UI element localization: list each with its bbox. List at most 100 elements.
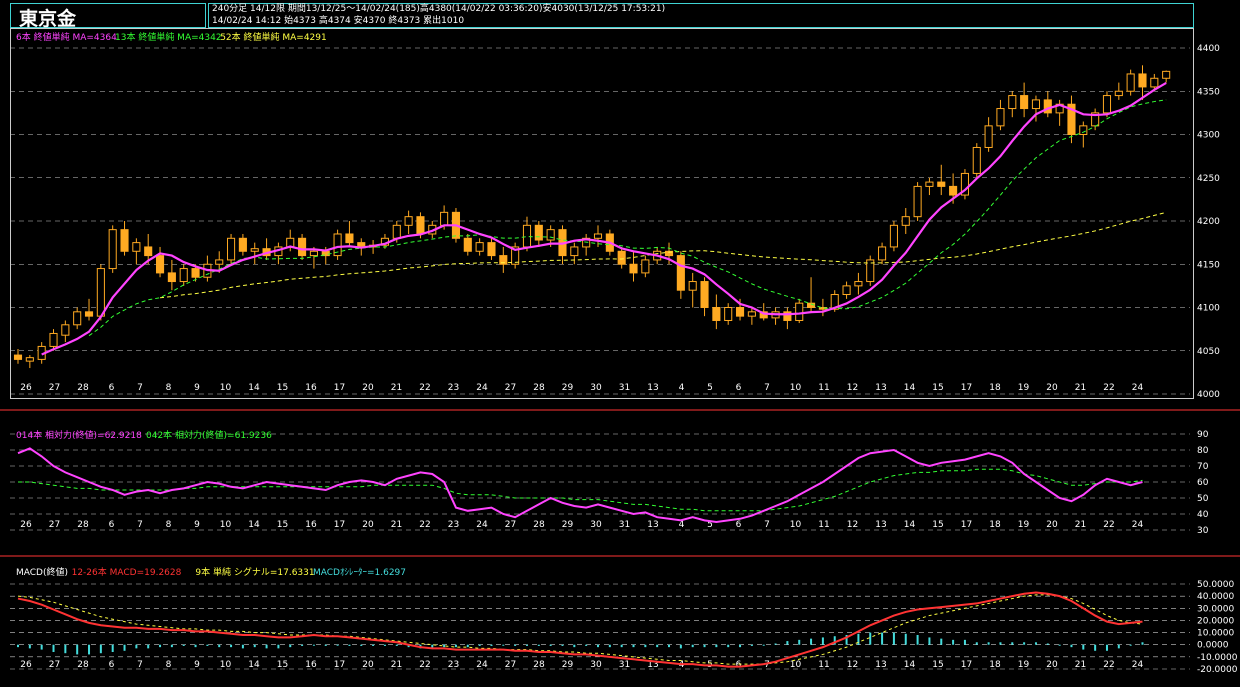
macd-osc-bar [312, 644, 315, 646]
macd-osc-bar [1117, 644, 1120, 649]
candle-body [416, 216, 425, 235]
macd-osc-bar [170, 644, 173, 648]
candle-body [700, 281, 709, 308]
day-label: 27 [505, 383, 516, 393]
day-label: 16 [305, 660, 317, 670]
macd-osc-bar [1082, 644, 1085, 650]
day-label: 10 [790, 660, 802, 670]
rsi14-line [17, 447, 1143, 524]
candle-body [842, 285, 851, 296]
day-label: 20 [362, 660, 374, 670]
day-label: 14 [904, 660, 916, 670]
candle-body [925, 181, 934, 187]
day-label: 31 [619, 520, 630, 530]
rsi-tick-label: 90 [1197, 430, 1209, 440]
day-label: 19 [1018, 520, 1030, 530]
macd-osc-bar [241, 644, 244, 649]
day-label: 21 [391, 660, 402, 670]
day-label: 23 [448, 660, 459, 670]
price-tick-label: 4400 [1197, 44, 1220, 54]
macd-osc-bar [940, 638, 943, 645]
candle-body [712, 307, 721, 321]
candle-body [61, 324, 70, 336]
candle-body [25, 357, 34, 362]
rsi-tick-label: 50 [1197, 494, 1209, 504]
day-label: 11 [818, 383, 829, 393]
macd-osc-bar [1105, 644, 1108, 651]
macd-osc-bar [1046, 643, 1049, 645]
macd-osc-bar [253, 644, 256, 648]
day-label: 9 [194, 383, 200, 393]
candle-body [404, 216, 413, 226]
day-label: 12 [847, 660, 858, 670]
candle-body [688, 281, 697, 291]
day-label: 16 [305, 520, 317, 530]
macd-osc-bar [975, 642, 978, 645]
day-label: 24 [1132, 660, 1144, 670]
ma13-line [88, 99, 1167, 337]
macd-osc-bar [372, 644, 375, 646]
day-label: 27 [49, 383, 60, 393]
day-label: 20 [362, 383, 374, 393]
macd-osc-bar [443, 644, 446, 648]
day-label: 23 [448, 383, 459, 393]
candle-body [546, 229, 555, 241]
macd-osc-bar [301, 644, 304, 646]
macd-osc-bar [703, 644, 706, 648]
candle-body [724, 307, 733, 321]
macd-osc-bar [821, 637, 824, 645]
candle-body [593, 233, 603, 239]
candle-body [534, 224, 543, 241]
macd-osc-bar [537, 644, 540, 646]
candle-body [1102, 95, 1112, 114]
day-label: 21 [1075, 660, 1086, 670]
macd-osc-bar [182, 644, 185, 646]
rsi42-line [18, 468, 1143, 512]
day-label: 15 [932, 520, 943, 530]
candle-body [191, 268, 200, 278]
day-label: 6 [109, 520, 115, 530]
day-label: 18 [989, 660, 1001, 670]
day-label: 24 [476, 383, 488, 393]
day-label: 31 [619, 383, 630, 393]
price-tick-label: 4000 [1197, 390, 1220, 400]
day-label: 4 [679, 383, 685, 393]
candle-body [238, 237, 247, 252]
day-label: 30 [590, 660, 602, 670]
candle-body [49, 332, 58, 347]
candle-body [795, 302, 804, 321]
candle-body [1150, 77, 1159, 88]
day-label: 28 [77, 660, 89, 670]
macd-legend: 12-26本 MACD=19.2628 [72, 566, 182, 578]
day-label: 9 [194, 660, 200, 670]
day-label: 17 [334, 520, 345, 530]
day-label: 13 [647, 520, 658, 530]
macd-osc-bar [123, 644, 126, 651]
macd-osc-bar [762, 644, 765, 646]
candle-body [73, 311, 82, 326]
day-label: 20 [1046, 660, 1058, 670]
macd-osc-bar [798, 639, 801, 645]
candle-body [901, 216, 910, 226]
macd-osc-bar [549, 644, 552, 646]
macd-osc-bar [289, 644, 292, 648]
day-label: 22 [419, 520, 430, 530]
macd-osc-bar [739, 644, 742, 648]
macd-osc-bar [727, 644, 730, 648]
rsi-tick-label: 60 [1197, 478, 1209, 488]
day-label: 15 [932, 660, 943, 670]
day-label: 10 [790, 383, 802, 393]
macd-osc-bar [40, 644, 43, 650]
macd-osc-bar [194, 644, 197, 648]
day-label: 7 [137, 383, 143, 393]
candle-body [1031, 99, 1041, 110]
candle-body [13, 354, 23, 360]
day-label: 19 [1018, 660, 1030, 670]
macd-osc-bar [1011, 642, 1014, 645]
chart-canvas: 4400435043004250420041504100405040009080… [0, 31, 1240, 675]
day-label: 22 [1103, 520, 1114, 530]
day-label: 14 [248, 383, 260, 393]
macd-osc-bar [478, 644, 481, 646]
day-label: 10 [220, 383, 232, 393]
macd-osc-bar [277, 644, 280, 649]
